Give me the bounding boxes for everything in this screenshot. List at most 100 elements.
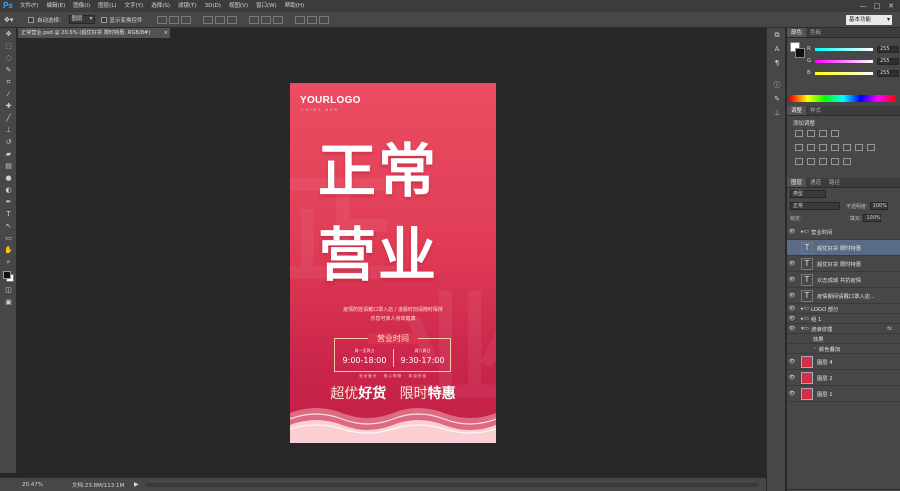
screen-mode-icon[interactable]: ▣ (0, 296, 17, 308)
hue-sat-icon[interactable] (807, 144, 815, 151)
show-transform-checkbox[interactable] (100, 16, 107, 23)
opacity-input[interactable]: 100% (869, 202, 888, 210)
bw-icon[interactable] (831, 144, 839, 151)
visibility-eye-icon[interactable]: 👁 (787, 261, 797, 267)
shape-icon[interactable]: ▭ (0, 232, 17, 244)
color-balance-icon[interactable] (819, 144, 827, 151)
invert-icon[interactable] (795, 158, 803, 165)
distribute-hcenter-icon[interactable] (306, 15, 317, 24)
visibility-eye-icon[interactable]: 👁 (787, 326, 797, 332)
quick-select-icon[interactable]: ✎ (0, 64, 17, 76)
menu-help[interactable]: 帮助(H) (281, 0, 308, 12)
visibility-eye-icon[interactable]: 👁 (787, 391, 797, 397)
visibility-eye-icon[interactable]: 👁 (787, 293, 797, 299)
menu-3d[interactable]: 3D(D) (201, 0, 225, 12)
maximize-button[interactable]: □ (870, 0, 884, 12)
effect-row[interactable]: 效果 (787, 334, 900, 344)
layer-row[interactable]: 👁 T 超优好货 限时特惠 (787, 256, 900, 272)
crop-icon[interactable]: ⌗ (0, 76, 17, 88)
marquee-icon[interactable]: ⬚ (0, 40, 17, 52)
tab-layers[interactable]: 图层 (787, 178, 807, 187)
layer-row[interactable]: 👁 ▸▭ 组 1 (787, 314, 900, 324)
menu-select[interactable]: 选择(S) (147, 0, 174, 12)
canvas-area[interactable]: 正 业 YOURLOGO CHINA BAR 正常 营业 疫情防控请戴口罩入店 … (18, 38, 766, 475)
workspace-dropdown[interactable]: 基本功能 (846, 15, 892, 25)
layer-row[interactable]: 👁 T 众志成城 共抗疫情 (787, 272, 900, 288)
fg-bg-color-swatch[interactable] (0, 268, 17, 284)
close-tab-icon[interactable]: × (164, 28, 168, 38)
align-bottom-icon[interactable] (180, 15, 191, 24)
zoom-level[interactable]: 20.47% (0, 482, 43, 488)
align-hcenter-icon[interactable] (214, 15, 225, 24)
menu-edit[interactable]: 编辑(E) (42, 0, 69, 12)
layer-row[interactable]: 👁 ▸▭ LOGO 部分 (787, 304, 900, 314)
color-value-input[interactable]: 255 (877, 69, 899, 77)
quick-mask-icon[interactable]: ◫ (0, 284, 17, 296)
move-icon[interactable]: ✥ (0, 28, 17, 40)
tab-paths[interactable]: 路径 (825, 178, 844, 187)
photo-filter-icon[interactable] (843, 144, 851, 151)
hand-icon[interactable]: ✋ (0, 244, 17, 256)
align-vcenter-icon[interactable] (168, 15, 179, 24)
menu-type[interactable]: 文字(Y) (121, 0, 148, 12)
dodge-icon[interactable]: ◐ (0, 184, 17, 196)
visibility-eye-icon[interactable]: 👁 (787, 229, 797, 235)
vibrance-icon[interactable] (795, 144, 803, 151)
layer-row[interactable]: 👁 图层 1 (787, 386, 900, 402)
lookup-icon[interactable] (867, 144, 875, 151)
menu-image[interactable]: 图像(I) (69, 0, 94, 12)
layer-row[interactable]: 👁 T 疫情期间请戴口罩入店... (787, 288, 900, 304)
gradient-icon[interactable]: ▤ (0, 160, 17, 172)
visibility-eye-icon[interactable]: 👁 (787, 375, 797, 381)
blend-mode-dropdown[interactable]: 正常 (790, 202, 840, 210)
fx-icon[interactable]: fx (887, 326, 892, 332)
brightness-icon[interactable] (795, 130, 803, 137)
auto-select-checkbox[interactable] (28, 16, 34, 23)
clone-source-icon[interactable]: ⊥ (767, 106, 787, 120)
exposure-icon[interactable] (831, 130, 839, 137)
threshold-icon[interactable] (819, 158, 827, 165)
align-left-icon[interactable] (202, 15, 213, 24)
history-panel-icon[interactable]: ⧉ (767, 28, 787, 42)
layer-row[interactable]: 👁 ▾▭ 波浪纹理 fx (787, 324, 900, 334)
brush-panel-icon[interactable]: ✎ (767, 92, 787, 106)
distribute-vcenter-icon[interactable] (260, 15, 271, 24)
folder-icon[interactable]: ▸▭ (797, 306, 811, 312)
folder-icon[interactable]: ▾▭ (797, 326, 811, 332)
blur-icon[interactable]: ● (0, 172, 17, 184)
selective-color-icon[interactable] (843, 158, 851, 165)
document-tab[interactable]: 正常营业.psd @ 20.5% (超优好货 限时特惠, RGB/8#) × (18, 28, 170, 38)
distribute-left-icon[interactable] (294, 15, 305, 24)
healing-icon[interactable]: ✚ (0, 100, 17, 112)
eyedropper-icon[interactable]: ⁄ (0, 88, 17, 100)
eraser-icon[interactable]: ▰ (0, 148, 17, 160)
auto-select-dropdown[interactable]: 图层 (68, 15, 95, 24)
history-brush-icon[interactable]: ↺ (0, 136, 17, 148)
stamp-icon[interactable]: ⊥ (0, 124, 17, 136)
channel-mixer-icon[interactable] (855, 144, 863, 151)
minimize-button[interactable]: — (856, 0, 870, 12)
layer-row[interactable]: 👁 图层 2 (787, 370, 900, 386)
distribute-top-icon[interactable] (248, 15, 259, 24)
paragraph-panel-icon[interactable]: ¶ (767, 56, 787, 70)
layer-row-selected[interactable]: T 超优好货 限时特惠 (787, 240, 900, 256)
pen-icon[interactable]: ✒ (0, 196, 17, 208)
path-select-icon[interactable]: ↖ (0, 220, 17, 232)
close-button[interactable]: ✕ (884, 0, 898, 12)
color-slider[interactable] (815, 59, 873, 63)
foreground-color-icon[interactable] (3, 271, 11, 279)
align-right-icon[interactable] (226, 15, 237, 24)
move-tool-icon[interactable]: ✥▾ (4, 16, 22, 24)
lasso-icon[interactable]: ◌ (0, 52, 17, 64)
menu-layer[interactable]: 图层(L) (94, 0, 120, 12)
tab-styles[interactable]: 样式 (806, 106, 825, 115)
folder-icon[interactable]: ▸▭ (797, 316, 811, 322)
poster-artboard[interactable]: 正 业 YOURLOGO CHINA BAR 正常 营业 疫情防控请戴口罩入店 … (290, 83, 496, 443)
info-panel-icon[interactable]: ⓘ (767, 78, 787, 92)
gradient-map-icon[interactable] (831, 158, 839, 165)
type-icon[interactable]: T (0, 208, 17, 220)
layer-row[interactable]: 👁 ▸▭ 营业时间 (787, 224, 900, 240)
tab-color[interactable]: 颜色 (787, 28, 807, 37)
folder-icon[interactable]: ▸▭ (797, 229, 811, 235)
menu-view[interactable]: 视图(V) (225, 0, 252, 12)
